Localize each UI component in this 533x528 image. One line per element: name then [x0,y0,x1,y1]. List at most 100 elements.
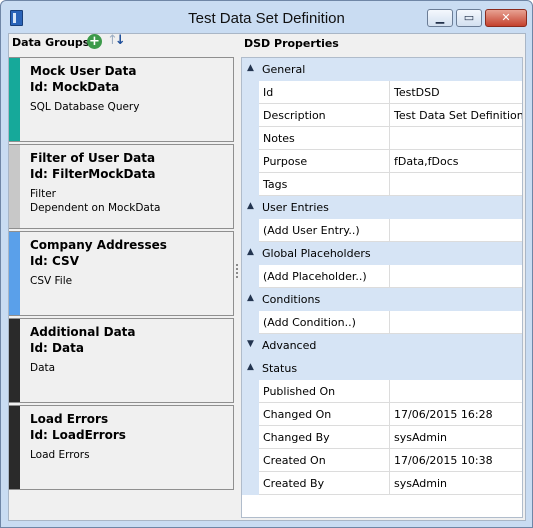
category-global-placeholders[interactable]: ▲ Global Placeholders [242,242,522,265]
title-bar[interactable]: Test Data Set Definition ▁ ▭ ✕ [1,1,532,33]
property-row[interactable]: Description Test Data Set Definition [242,104,522,127]
group-color-bar [9,145,20,228]
group-color-bar [9,232,20,315]
dsd-properties-panel: DSD Properties ▲ General Id TestDSD Descr… [239,34,525,520]
splitter-handle[interactable] [236,264,238,278]
property-value[interactable]: TestDSD [390,81,522,104]
property-value[interactable]: fData,fDocs [390,150,522,173]
group-id: Id: FilterMockData [30,167,156,181]
collapse-chevron-icon[interactable]: ▲ [247,362,254,372]
group-color-bar [9,319,20,402]
group-desc-line: SQL Database Query [30,101,140,113]
group-description: CSV File [30,274,230,288]
category-label: General [262,63,306,76]
property-key[interactable]: (Add Placeholder..) [259,265,390,288]
collapse-chevron-icon[interactable]: ▲ [247,247,254,257]
group-description: Filter Dependent on MockData [30,187,230,215]
group-desc-line: Dependent on MockData [30,202,161,214]
category-label: Conditions [262,293,321,306]
group-name: Mock User Data [30,64,137,78]
close-button[interactable]: ✕ [485,9,527,27]
dsd-window: Test Data Set Definition ▁ ▭ ✕ Data Grou… [0,0,533,528]
add-user-entry-row[interactable]: (Add User Entry..) [242,219,522,242]
property-row[interactable]: Published On [242,380,522,403]
category-label: User Entries [262,201,329,214]
property-row[interactable]: Changed On 17/06/2015 16:28 [242,403,522,426]
property-row[interactable]: Id TestDSD [242,81,522,104]
property-value[interactable] [390,311,522,334]
expand-chevron-icon[interactable]: ▼ [247,339,254,349]
data-group-card[interactable]: Load Errors Id: LoadErrors Load Errors [9,405,234,490]
add-condition-row[interactable]: (Add Condition..) [242,311,522,334]
data-groups-header: Data Groups [12,36,90,49]
category-label: Global Placeholders [262,247,371,260]
category-label: Status [262,362,298,375]
collapse-chevron-icon[interactable]: ▲ [247,63,254,73]
category-conditions[interactable]: ▲ Conditions [242,288,522,311]
property-value[interactable]: 17/06/2015 16:28 [390,403,522,426]
window-client: Data Groups + ↑↓ Mock User Data Id: Mock… [8,33,526,521]
property-row[interactable]: Changed By sysAdmin [242,426,522,449]
property-key: Notes [259,127,390,150]
row-gutter [242,449,259,472]
sort-down-glyph: ↓ [114,33,126,48]
group-desc-line: Data [30,362,56,374]
data-group-card[interactable]: Mock User Data Id: MockData SQL Database… [9,57,234,142]
group-name: Filter of User Data [30,151,156,165]
property-value[interactable]: 17/06/2015 10:38 [390,449,522,472]
property-key: Created On [259,449,390,472]
property-value[interactable] [390,173,522,196]
property-key: Id [259,81,390,104]
property-row[interactable]: Notes [242,127,522,150]
row-gutter [242,81,259,104]
collapse-chevron-icon[interactable]: ▲ [247,293,254,303]
category-status[interactable]: ▲ Status [242,357,522,380]
category-general[interactable]: ▲ General [242,58,522,81]
row-gutter [242,380,259,403]
property-grid: ▲ General Id TestDSD Description Test Data… [241,57,523,518]
data-group-card[interactable]: Filter of User Data Id: FilterMockData F… [9,144,234,229]
row-gutter [242,150,259,173]
property-row[interactable]: Purpose fData,fDocs [242,150,522,173]
group-name: Company Addresses [30,238,167,252]
property-value[interactable]: sysAdmin [390,426,522,449]
group-description: Load Errors [30,448,230,462]
property-key[interactable]: (Add Condition..) [259,311,390,334]
add-group-icon[interactable]: + [87,34,102,49]
group-id: Id: CSV [30,254,79,268]
property-key: Created By [259,472,390,495]
group-color-bar [9,58,20,141]
property-key[interactable]: (Add User Entry..) [259,219,390,242]
data-group-card[interactable]: Additional Data Id: Data Data [9,318,234,403]
property-value[interactable] [390,265,522,288]
group-description: Data [30,361,230,375]
property-row[interactable]: Created By sysAdmin [242,472,522,495]
property-value[interactable]: sysAdmin [390,472,522,495]
category-user-entries[interactable]: ▲ User Entries [242,196,522,219]
data-groups-panel: Data Groups + ↑↓ Mock User Data Id: Mock… [9,33,235,520]
group-id: Id: MockData [30,80,120,94]
row-gutter [242,265,259,288]
property-value[interactable] [390,380,522,403]
minimize-button[interactable]: ▁ [427,9,453,27]
property-key: Published On [259,380,390,403]
property-row[interactable]: Tags [242,173,522,196]
group-name: Additional Data [30,325,136,339]
property-key: Purpose [259,150,390,173]
data-group-card[interactable]: Company Addresses Id: CSV CSV File [9,231,234,316]
category-advanced[interactable]: ▼ Advanced [242,334,522,357]
add-placeholder-row[interactable]: (Add Placeholder..) [242,265,522,288]
maximize-button[interactable]: ▭ [456,9,482,27]
row-gutter [242,311,259,334]
collapse-chevron-icon[interactable]: ▲ [247,201,254,211]
property-row[interactable]: Created On 17/06/2015 10:38 [242,449,522,472]
property-key: Description [259,104,390,127]
property-value[interactable] [390,219,522,242]
group-id: Id: LoadErrors [30,428,126,442]
sort-icon[interactable]: ↑↓ [107,33,126,48]
property-value[interactable]: Test Data Set Definition [390,104,522,127]
property-value[interactable] [390,127,522,150]
row-gutter [242,426,259,449]
group-description: SQL Database Query [30,100,230,114]
row-gutter [242,472,259,495]
